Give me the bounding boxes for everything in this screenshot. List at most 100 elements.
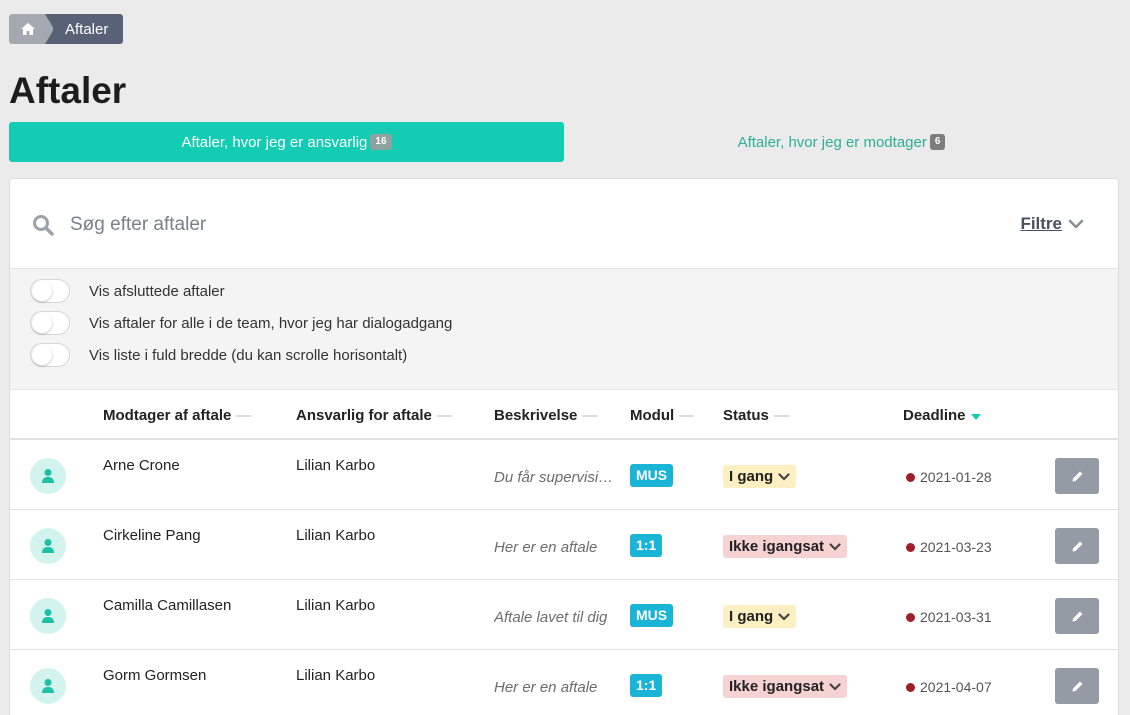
status-label: I gang (729, 468, 774, 485)
edit-button[interactable] (1055, 528, 1099, 564)
toggle-row: Vis liste i fuld bredde (du kan scrolle … (10, 339, 1118, 371)
responsible-name: Lilian Karbo (296, 457, 376, 474)
show-finished-toggle[interactable] (30, 279, 70, 303)
column-label: Modul (630, 407, 675, 424)
count-badge: 16 (370, 134, 392, 150)
status-label: Ikke igangsat (729, 678, 825, 695)
chevron-down-icon (829, 542, 841, 551)
deadline: 2021-04-07 (906, 679, 992, 695)
column-deadline[interactable]: Deadline (903, 407, 981, 424)
overdue-dot (906, 682, 915, 692)
module-badge: MUS (630, 604, 674, 627)
responsible-name: Lilian Karbo (296, 527, 376, 544)
count-badge: 6 (929, 134, 946, 150)
module-badge: 1:1 (630, 674, 663, 697)
status-label: Ikke igangsat (729, 538, 825, 555)
avatar (30, 528, 66, 564)
column-label: Modtager af aftale (103, 407, 232, 424)
table-header: Modtager af aftale — Ansvarlig for aftal… (10, 390, 1118, 440)
column-label: Deadline (903, 407, 966, 424)
breadcrumb-current: Aftaler (53, 14, 124, 44)
user-icon (42, 609, 54, 623)
table-row[interactable]: Arne Crone Lilian Karbo Du får supervisi… (10, 440, 1118, 510)
deadline-date: 2021-04-07 (920, 679, 992, 695)
status-dropdown[interactable]: I gang (723, 465, 797, 488)
toggle-row: Vis aftaler for alle i de team, hvor jeg… (10, 307, 1118, 339)
recipient-name[interactable]: Gorm Gormsen (103, 667, 206, 684)
chevron-down-icon (1068, 219, 1084, 229)
column-label: Status (723, 407, 769, 424)
description: Aftale lavet til dig (494, 609, 608, 626)
table-row[interactable]: Camilla Camillasen Lilian Karbo Aftale l… (10, 580, 1118, 650)
tab-responsible[interactable]: Aftaler, hvor jeg er ansvarlig 16 (9, 122, 564, 162)
toggle-row: Vis afsluttede aftaler (10, 275, 1118, 307)
column-module[interactable]: Modul — (630, 407, 694, 424)
avatar (30, 668, 66, 704)
status-dropdown[interactable]: I gang (723, 605, 797, 628)
toggle-label: Vis afsluttede aftaler (89, 282, 225, 300)
column-label: Ansvarlig for aftale (296, 407, 432, 424)
description: Du får supervision (494, 469, 614, 486)
column-label: Beskrivelse (494, 407, 578, 424)
table-row[interactable]: Cirkeline Pang Lilian Karbo Her er en af… (10, 510, 1118, 580)
page-title: Aftaler (9, 70, 127, 111)
sort-indicator: — (236, 407, 252, 424)
sort-desc-icon (970, 413, 981, 420)
recipient-name[interactable]: Camilla Camillasen (103, 597, 231, 614)
status-label: I gang (729, 608, 774, 625)
deadline-date: 2021-03-23 (920, 539, 992, 555)
user-icon (42, 679, 54, 693)
overdue-dot (906, 542, 915, 552)
edit-button[interactable] (1055, 458, 1099, 494)
full-width-toggle[interactable] (30, 343, 70, 367)
search-input[interactable] (70, 207, 670, 243)
deadline-date: 2021-03-31 (920, 609, 992, 625)
chevron-down-icon (778, 612, 790, 621)
column-recipient[interactable]: Modtager af aftale — (103, 407, 251, 424)
sort-indicator: — (679, 407, 695, 424)
table-row[interactable]: Gorm Gormsen Lilian Karbo Her er en afta… (10, 650, 1118, 715)
user-icon (42, 539, 54, 553)
pencil-icon (1072, 681, 1082, 691)
deadline: 2021-01-28 (906, 469, 992, 485)
chevron-down-icon (778, 472, 790, 481)
chevron-down-icon (829, 682, 841, 691)
recipient-name[interactable]: Arne Crone (103, 457, 180, 474)
column-responsible[interactable]: Ansvarlig for aftale — (296, 407, 452, 424)
view-options: Vis afsluttede aftaler Vis aftaler for a… (10, 269, 1118, 390)
agreements-card: Filtre Vis afsluttede aftaler Vis aftale… (9, 178, 1119, 715)
search-icon (33, 215, 54, 236)
column-status[interactable]: Status — (723, 407, 789, 424)
deadline: 2021-03-31 (906, 609, 992, 625)
pencil-icon (1072, 471, 1082, 481)
tab-label: Aftaler, hvor jeg er ansvarlig (181, 133, 368, 151)
filters-label: Filtre (1020, 214, 1062, 233)
avatar (30, 458, 66, 494)
responsible-name: Lilian Karbo (296, 667, 376, 684)
pencil-icon (1072, 611, 1082, 621)
recipient-name[interactable]: Cirkeline Pang (103, 527, 201, 544)
edit-button[interactable] (1055, 598, 1099, 634)
show-team-toggle[interactable] (30, 311, 70, 335)
avatar (30, 598, 66, 634)
deadline-date: 2021-01-28 (920, 469, 992, 485)
tab-label: Aftaler, hvor jeg er modtager (737, 133, 927, 151)
status-dropdown[interactable]: Ikke igangsat (723, 675, 848, 698)
filters-toggle[interactable]: Filtre (1020, 214, 1084, 234)
breadcrumb-home[interactable] (9, 14, 54, 44)
status-dropdown[interactable]: Ikke igangsat (723, 535, 848, 558)
tab-recipient[interactable]: Aftaler, hvor jeg er modtager 6 (564, 122, 1119, 162)
user-icon (42, 469, 54, 483)
description: Her er en aftale (494, 539, 598, 556)
toggle-label: Vis aftaler for alle i de team, hvor jeg… (89, 314, 453, 332)
breadcrumb: Aftaler (9, 14, 124, 44)
column-description[interactable]: Beskrivelse — (494, 407, 597, 424)
sort-indicator: — (773, 407, 789, 424)
description: Her er en aftale (494, 679, 598, 696)
sort-indicator: — (436, 407, 452, 424)
overdue-dot (906, 472, 915, 482)
module-badge: MUS (630, 464, 674, 487)
overdue-dot (906, 612, 915, 622)
module-badge: 1:1 (630, 534, 663, 557)
edit-button[interactable] (1055, 668, 1099, 704)
